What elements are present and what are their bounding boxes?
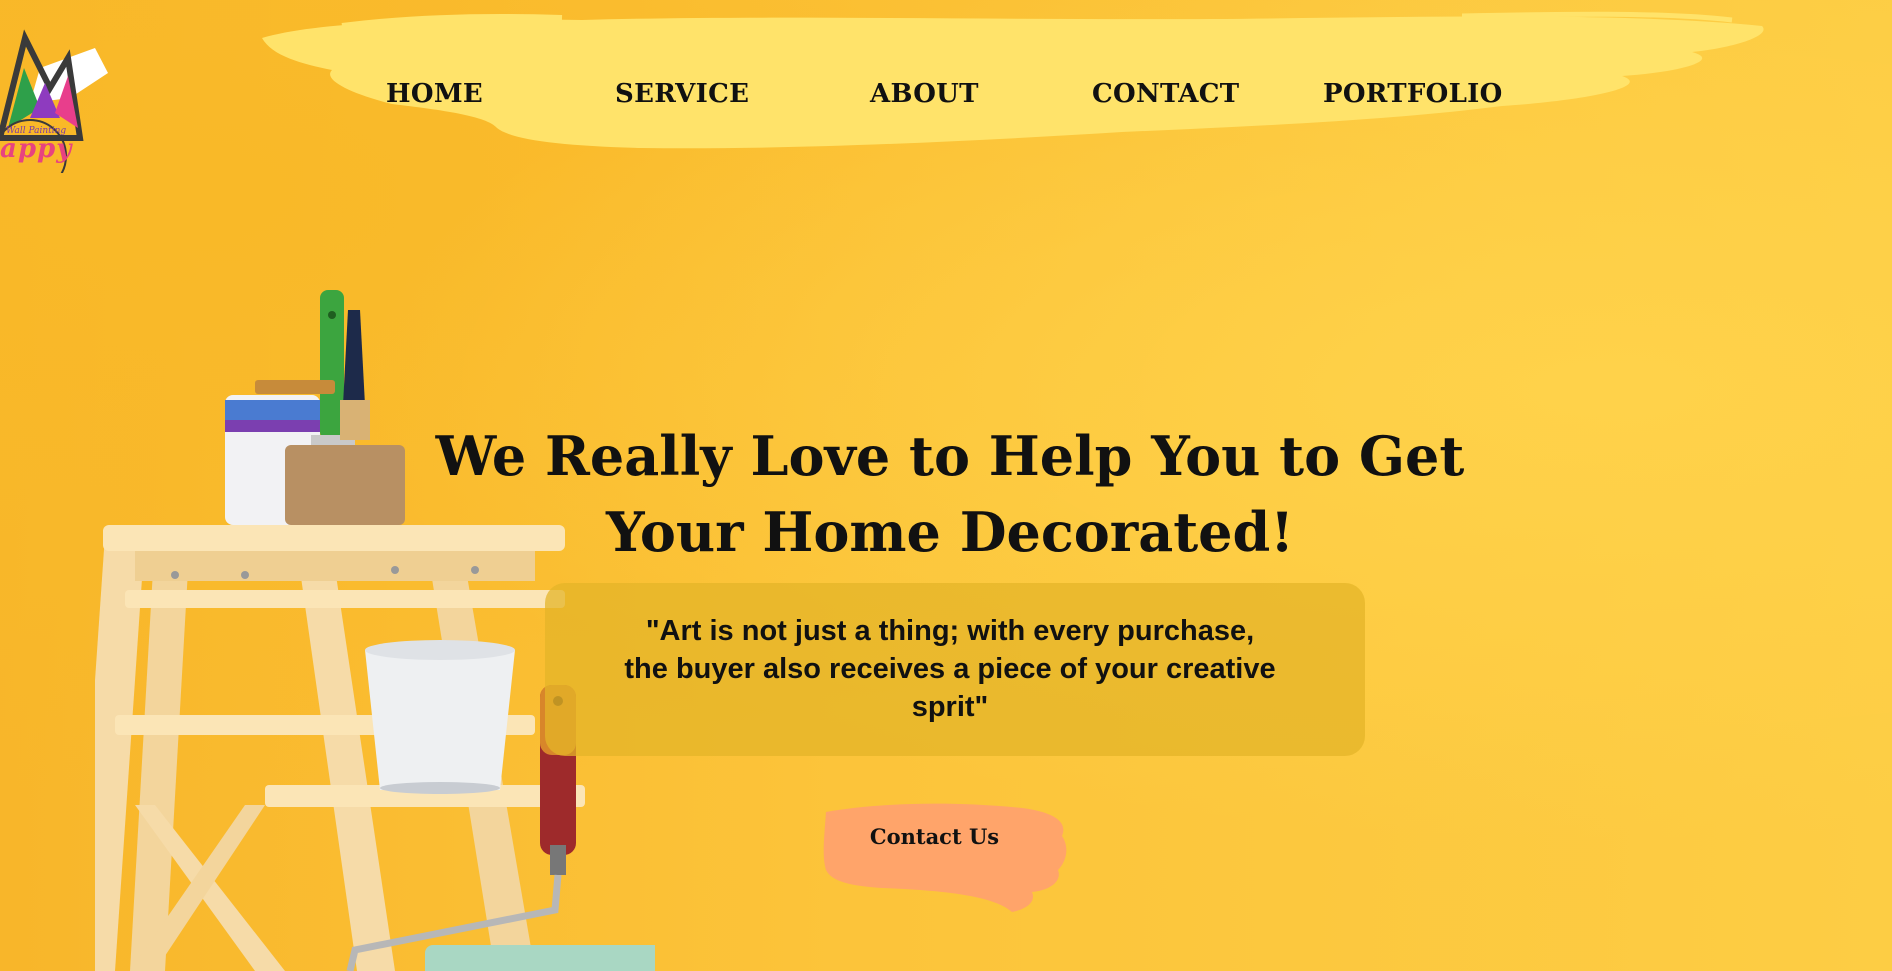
logo-word: appy — [0, 134, 73, 164]
quote-line2: the buyer also receives a piece of your … — [624, 653, 1276, 685]
nav-about[interactable]: ABOUT — [870, 79, 979, 109]
quote-line1: "Art is not just a thing; with every pur… — [645, 615, 1255, 647]
contact-us-label: Contact Us — [869, 824, 1000, 849]
quote-line3: sprit" — [911, 691, 989, 723]
nav-home[interactable]: HOME — [386, 79, 483, 109]
hero-headline-line2: Your Home Decorated! — [606, 500, 1294, 564]
nav-contact[interactable]: CONTACT — [1092, 79, 1239, 109]
main-nav: HOME SERVICE ABOUT CONTACT PORTFOLIO — [0, 79, 1892, 119]
nav-service[interactable]: SERVICE — [615, 79, 749, 109]
cta-brush-background — [823, 803, 1067, 912]
hero-headline: We Really Love to Help You to Get Your H… — [430, 418, 1470, 570]
hero-headline-line1: We Really Love to Help You to Get — [435, 424, 1465, 488]
contact-us-button[interactable]: Contact Us — [822, 800, 1070, 915]
hero-quote: "Art is not just a thing; with every pur… — [600, 612, 1300, 726]
nav-portfolio[interactable]: PORTFOLIO — [1323, 79, 1503, 109]
